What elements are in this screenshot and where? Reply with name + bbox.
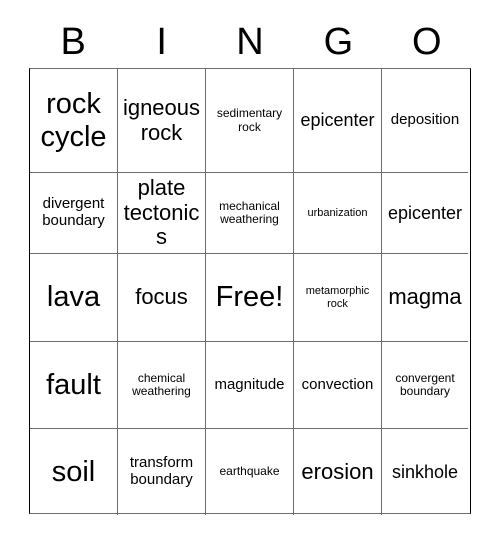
bingo-cell[interactable]: erosion (294, 429, 382, 515)
bingo-cell-label: deposition (390, 111, 460, 129)
bingo-cell-label: soil (51, 455, 96, 488)
bingo-cell[interactable]: deposition (382, 69, 468, 173)
bingo-cell-label: epicenter (387, 202, 463, 223)
bingo-cell-label: magma (388, 284, 462, 310)
bingo-cell-label: sedimentary rock (216, 106, 283, 134)
bingo-cell[interactable]: sedimentary rock (206, 69, 294, 173)
bingo-card: B I N G O rock cycle igneous rock sedimentary … (0, 0, 500, 544)
bingo-cell-label: rock cycle (40, 88, 107, 153)
bingo-cell-label: chemical weathering (132, 370, 191, 398)
bingo-cell-label: convergent boundary (395, 370, 455, 398)
bingo-cell[interactable]: mechanical weathering (206, 173, 294, 254)
bingo-cell[interactable]: fault (30, 342, 118, 429)
bingo-header: BINGO (29, 18, 471, 66)
bingo-cell-label: sinkhole (391, 461, 459, 482)
bingo-cell[interactable]: chemical weathering (118, 342, 206, 429)
bingo-grid: rock cycle igneous rock sedimentary rock ep… (29, 68, 471, 515)
bingo-cell[interactable]: sinkhole (382, 429, 468, 515)
bingo-cell[interactable]: igneous rock (118, 69, 206, 173)
bingo-cell-label: lava (46, 281, 101, 314)
bingo-cell-label: Free! (215, 281, 284, 314)
bingo-cell-label: earthquake (219, 464, 280, 479)
bingo-cell-label: magnitude (214, 375, 285, 393)
bingo-cell-label: focus (135, 284, 188, 310)
bingo-cell[interactable]: rock cycle (30, 69, 118, 173)
bingo-cell[interactable]: plate tectonics (118, 173, 206, 254)
bingo-header-letter-b: B (60, 21, 86, 63)
bingo-cell[interactable]: epicenter (294, 69, 382, 173)
bingo-header-letter-n: N (236, 21, 264, 63)
bingo-cell[interactable]: soil (30, 429, 118, 515)
bingo-free-space-cell[interactable]: Free! (206, 254, 294, 342)
bingo-cell[interactable]: lava (30, 254, 118, 342)
bingo-cell[interactable]: epicenter (382, 173, 468, 254)
bingo-cell-label: plate tectonics (123, 175, 200, 250)
bingo-cell[interactable]: transform boundary (118, 429, 206, 515)
bingo-cell-label: epicenter (300, 110, 375, 131)
bingo-cell[interactable]: convergent boundary (382, 342, 468, 429)
bingo-header-letter-i: I (156, 21, 167, 63)
bingo-cell-label: igneous rock (122, 94, 201, 145)
bingo-cell-label: fault (46, 368, 101, 401)
bingo-header-letter-o: O (412, 21, 442, 63)
bingo-header-letter-g: G (323, 21, 354, 63)
bingo-cell[interactable]: focus (118, 254, 206, 342)
bingo-cell[interactable]: metamorphic rock (294, 254, 382, 342)
bingo-cell[interactable]: magnitude (206, 342, 294, 429)
bingo-cell-label: divergent boundary (42, 195, 105, 229)
bingo-cell[interactable]: earthquake (206, 429, 294, 515)
bingo-cell-label: transform boundary (129, 454, 194, 488)
bingo-cell-label: erosion (301, 458, 374, 484)
bingo-cell[interactable]: divergent boundary (30, 173, 118, 254)
bingo-cell-label: metamorphic rock (305, 285, 370, 310)
bingo-cell-label: urbanization (307, 206, 368, 219)
bingo-cell[interactable]: convection (294, 342, 382, 429)
bingo-cell-label: convection (301, 375, 374, 393)
bingo-cell[interactable]: urbanization (294, 173, 382, 254)
bingo-cell[interactable]: magma (382, 254, 468, 342)
bingo-cell-label: mechanical weathering (219, 198, 280, 226)
